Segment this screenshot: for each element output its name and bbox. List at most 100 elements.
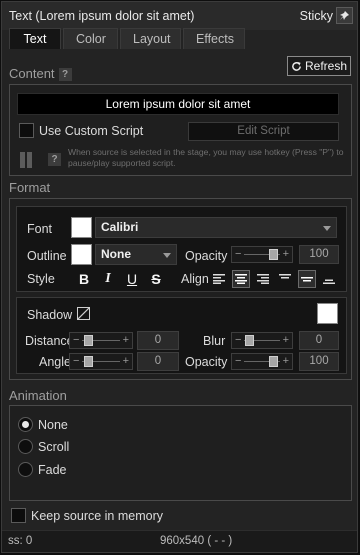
opacity-label: Opacity bbox=[185, 249, 228, 263]
slider-thumb[interactable] bbox=[84, 356, 93, 367]
edit-script-button[interactable]: Edit Script bbox=[188, 122, 339, 141]
tab-effects[interactable]: Effects bbox=[183, 28, 245, 49]
refresh-icon bbox=[292, 61, 301, 71]
distance-value[interactable]: 0 bbox=[137, 331, 179, 350]
font-color-swatch[interactable] bbox=[71, 217, 92, 238]
status-left: ss: 0 bbox=[8, 535, 33, 547]
valign-top-button[interactable] bbox=[276, 270, 294, 288]
shadow-toggle[interactable] bbox=[77, 307, 90, 320]
distance-label: Distance bbox=[25, 334, 74, 348]
chevron-down-icon bbox=[323, 226, 331, 231]
content-header: Content? bbox=[9, 66, 72, 81]
plus-icon: + bbox=[122, 355, 129, 367]
blur-slider[interactable]: − + bbox=[231, 332, 293, 349]
shadow-settings: Shadow Distance − + 0 Blur − + 0 Angle −… bbox=[16, 297, 347, 374]
plus-icon: + bbox=[282, 355, 289, 367]
tab-text[interactable]: Text bbox=[9, 28, 61, 49]
align-left-icon bbox=[213, 274, 225, 284]
script-help-icon[interactable]: ? bbox=[48, 153, 61, 166]
outline-label: Outline bbox=[27, 249, 67, 263]
plus-icon: + bbox=[282, 334, 289, 346]
minus-icon: − bbox=[73, 355, 80, 367]
animation-fade-radio[interactable] bbox=[18, 462, 33, 477]
minus-icon: − bbox=[235, 248, 242, 260]
outline-dropdown[interactable]: None bbox=[95, 244, 177, 265]
chevron-down-icon bbox=[163, 253, 171, 258]
pin-button[interactable] bbox=[336, 7, 353, 24]
animation-group: None Scroll Fade bbox=[9, 405, 352, 501]
plus-icon: + bbox=[122, 334, 129, 346]
angle-label: Angle bbox=[39, 355, 71, 369]
refresh-button[interactable]: Refresh bbox=[287, 56, 351, 76]
status-bar: ss: 0 960x540 ( - - ) bbox=[2, 530, 357, 552]
pause-icon[interactable] bbox=[20, 152, 33, 168]
tab-layout[interactable]: Layout bbox=[120, 28, 181, 49]
align-center-button[interactable] bbox=[232, 270, 250, 288]
align-right-icon bbox=[257, 274, 269, 284]
slider-thumb[interactable] bbox=[269, 356, 278, 367]
hotkey-note: When source is selected in the stage, yo… bbox=[68, 147, 344, 168]
blur-label: Blur bbox=[203, 334, 226, 348]
minus-icon: − bbox=[73, 334, 80, 346]
align-center-icon bbox=[235, 274, 247, 284]
shadow-opacity-label: Opacity bbox=[185, 355, 228, 369]
animation-header: Animation bbox=[9, 388, 67, 403]
italic-button[interactable]: I bbox=[99, 270, 117, 288]
underline-button[interactable]: U bbox=[123, 270, 141, 288]
animation-fade-label: Fade bbox=[38, 463, 67, 477]
refresh-label: Refresh bbox=[304, 59, 348, 73]
valign-middle-icon bbox=[301, 277, 313, 282]
outline-color-swatch[interactable] bbox=[71, 244, 92, 265]
animation-none-radio[interactable] bbox=[18, 417, 33, 432]
format-header: Format bbox=[9, 180, 51, 195]
use-custom-script-checkbox[interactable] bbox=[19, 123, 34, 138]
outline-value: None bbox=[101, 247, 131, 261]
align-label: Align bbox=[181, 272, 209, 286]
angle-slider[interactable]: − + bbox=[69, 353, 133, 370]
help-icon[interactable]: ? bbox=[58, 68, 72, 81]
strikethrough-button[interactable]: S bbox=[147, 270, 165, 288]
shadow-opacity-slider[interactable]: − + bbox=[231, 353, 293, 370]
shadow-color-swatch[interactable] bbox=[317, 303, 338, 324]
style-label: Style bbox=[27, 272, 55, 286]
keep-in-memory-label: Keep source in memory bbox=[31, 509, 164, 523]
valign-top-icon bbox=[279, 274, 291, 279]
use-custom-script-label: Use Custom Script bbox=[39, 124, 144, 138]
text-content-input[interactable]: Lorem ipsum dolor sit amet bbox=[17, 93, 339, 115]
title-bar: Text (Lorem ipsum dolor sit amet) Sticky bbox=[2, 2, 357, 30]
animation-scroll-label: Scroll bbox=[38, 440, 70, 454]
align-left-button[interactable] bbox=[210, 270, 228, 288]
blur-value[interactable]: 0 bbox=[299, 331, 339, 350]
no-shadow-icon bbox=[78, 308, 89, 319]
content-group: Lorem ipsum dolor sit amet Use Custom Sc… bbox=[9, 84, 352, 176]
opacity-slider[interactable]: − + bbox=[231, 246, 293, 263]
shadow-label: Shadow bbox=[27, 308, 73, 322]
angle-value[interactable]: 0 bbox=[137, 352, 179, 371]
valign-middle-button[interactable] bbox=[298, 270, 316, 288]
bold-button[interactable]: B bbox=[75, 270, 93, 288]
font-value: Calibri bbox=[101, 220, 139, 234]
align-right-button[interactable] bbox=[254, 270, 272, 288]
distance-slider[interactable]: − + bbox=[69, 332, 133, 349]
slider-thumb[interactable] bbox=[269, 249, 278, 260]
sticky-label: Sticky bbox=[299, 9, 333, 23]
valign-bottom-icon bbox=[323, 279, 335, 284]
animation-none-label: None bbox=[38, 418, 68, 432]
plus-icon: + bbox=[282, 248, 289, 260]
font-settings: Font Calibri Outline None Opacity − + 10… bbox=[16, 206, 347, 292]
slider-thumb[interactable] bbox=[245, 335, 254, 346]
format-group: Font Calibri Outline None Opacity − + 10… bbox=[9, 198, 352, 380]
font-label: Font bbox=[27, 222, 53, 236]
tab-bar: Text Color Layout Effects bbox=[9, 28, 245, 50]
valign-bottom-button[interactable] bbox=[320, 270, 338, 288]
slider-thumb[interactable] bbox=[84, 335, 93, 346]
animation-scroll-radio[interactable] bbox=[18, 439, 33, 454]
tab-color[interactable]: Color bbox=[63, 28, 118, 49]
minus-icon: − bbox=[235, 334, 242, 346]
opacity-value[interactable]: 100 bbox=[299, 245, 339, 264]
font-dropdown[interactable]: Calibri bbox=[95, 217, 337, 238]
shadow-opacity-value[interactable]: 100 bbox=[299, 352, 339, 371]
pin-icon bbox=[340, 11, 349, 20]
content-header-text: Content bbox=[9, 66, 55, 81]
keep-in-memory-checkbox[interactable] bbox=[11, 508, 26, 523]
